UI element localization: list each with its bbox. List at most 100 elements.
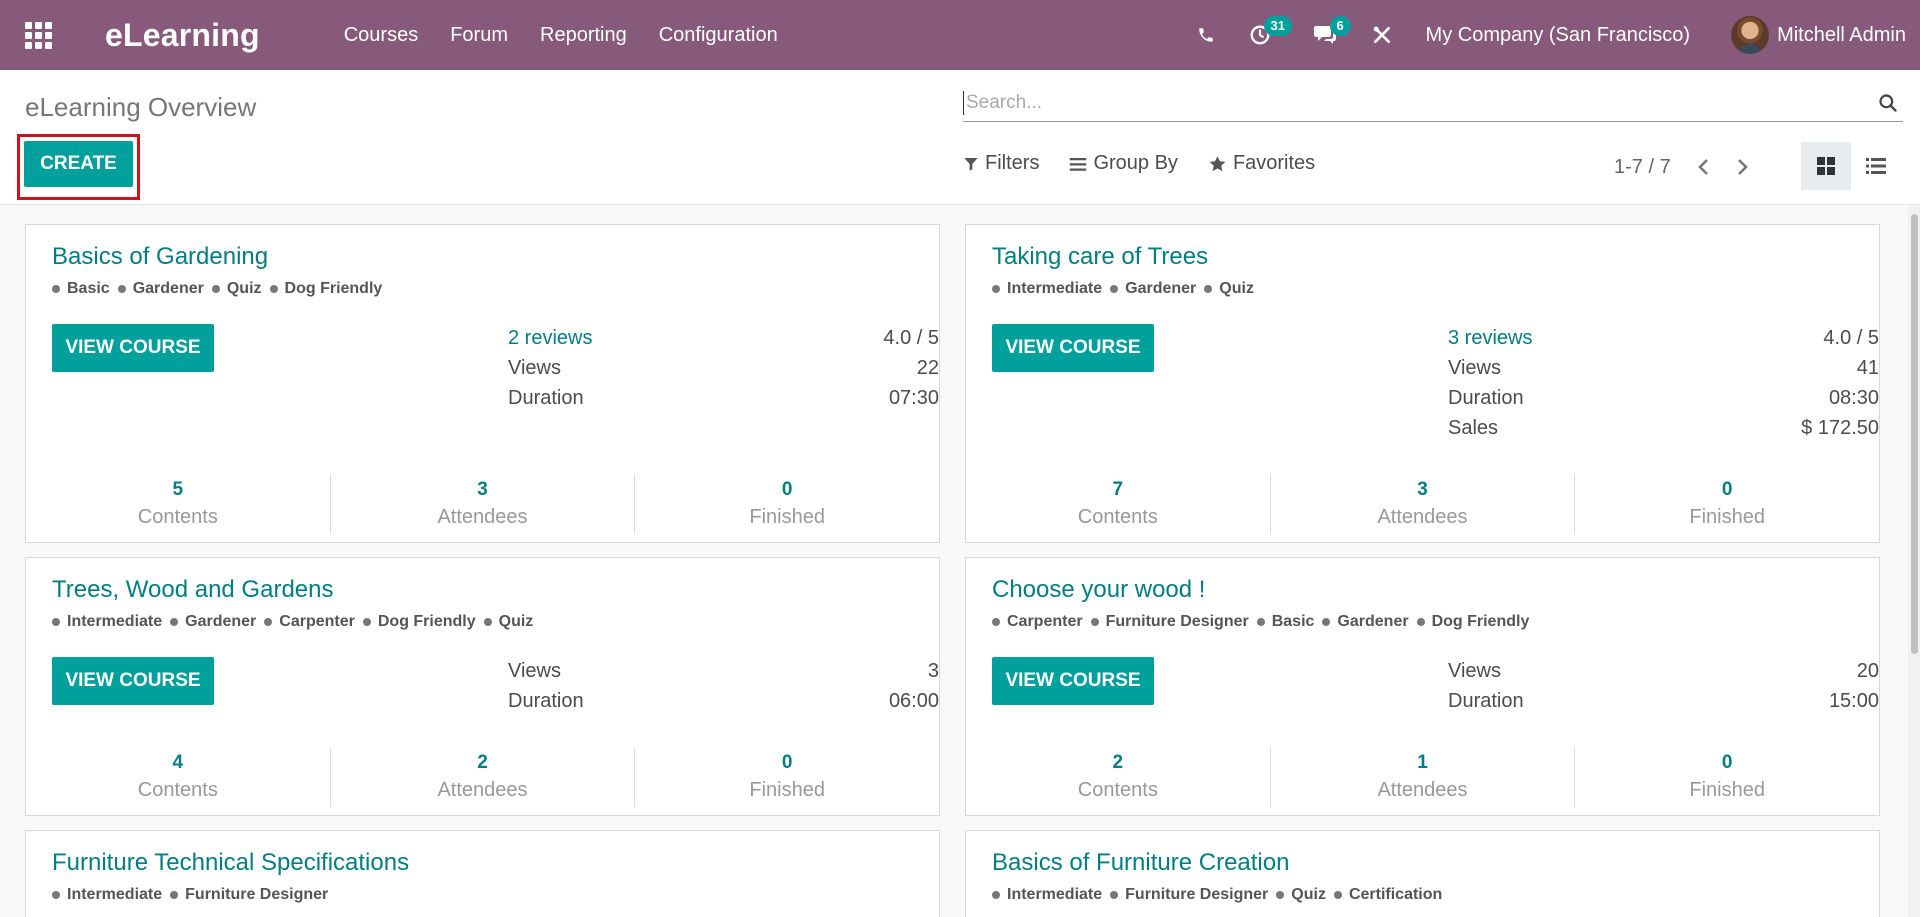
chevron-left-icon [1697, 159, 1708, 175]
filters-button[interactable]: Filters [963, 152, 1039, 175]
kanban-view-button[interactable] [1801, 142, 1851, 190]
menu-forum[interactable]: Forum [450, 24, 508, 47]
course-footer: 7 Contents 3 Attendees 0 Finished [966, 474, 1879, 534]
course-tags: Intermediate Furniture Designer [52, 886, 336, 904]
company-switcher[interactable]: My Company (San Francisco) [1426, 24, 1691, 47]
course-card[interactable]: Trees, Wood and Gardens Intermediate Gar… [25, 557, 940, 816]
star-icon [1209, 155, 1226, 171]
course-tag: Furniture Designer [1090, 613, 1249, 631]
attendees-stat[interactable]: 3 Attendees [1271, 474, 1576, 534]
activity-count-badge: 31 [1263, 16, 1292, 36]
stat-row-views: Views 22 [508, 357, 939, 379]
kanban-scrollbar[interactable] [1908, 206, 1920, 917]
group-by-label: Group By [1093, 152, 1178, 174]
stat-row-views: Views 41 [1448, 357, 1879, 379]
pager-value[interactable]: 1-7 / 7 [1614, 156, 1671, 179]
kanban-view-icon [1817, 157, 1835, 175]
stat-row-duration: Duration 07:30 [508, 387, 939, 409]
search-bar [963, 84, 1903, 122]
avatar [1731, 16, 1770, 54]
course-title[interactable]: Trees, Wood and Gardens [52, 576, 333, 604]
list-view-button[interactable] [1851, 142, 1901, 190]
search-input[interactable] [964, 91, 1873, 114]
top-navbar: eLearning Courses Forum Reporting Config… [0, 0, 1920, 70]
course-card[interactable]: Choose your wood ! Carpenter Furniture D… [965, 557, 1880, 816]
stat-row-sales: Sales $ 172.50 [1448, 417, 1879, 439]
stat-row-reviews: 2 reviews 4.0 / 5 [508, 326, 939, 356]
phone-button[interactable] [1188, 0, 1224, 70]
course-tag: Carpenter [264, 613, 355, 631]
view-course-button[interactable]: VIEW COURSE [52, 657, 214, 705]
view-course-button[interactable]: VIEW COURSE [52, 324, 214, 372]
messages-count-badge: 6 [1329, 16, 1351, 36]
view-switcher [1801, 142, 1901, 190]
course-card[interactable]: Taking care of Trees Intermediate Garden… [965, 224, 1880, 543]
apps-menu-button[interactable] [0, 0, 77, 70]
pager-next-button[interactable] [1723, 152, 1763, 182]
contents-stat[interactable]: 7 Contents [966, 474, 1271, 534]
course-tag: Quiz [483, 613, 533, 631]
course-tag: Quiz [1204, 280, 1254, 298]
menu-reporting[interactable]: Reporting [540, 24, 627, 47]
reviews-link[interactable]: 3 reviews [1448, 326, 1532, 356]
menu-courses[interactable]: Courses [344, 24, 418, 47]
finished-stat[interactable]: 0 Finished [635, 474, 939, 534]
view-course-button[interactable]: VIEW COURSE [992, 657, 1154, 705]
create-button-highlight: CREATE [17, 134, 140, 200]
filter-icon [964, 157, 978, 171]
tools-button[interactable] [1364, 0, 1400, 70]
page-title: eLearning Overview [25, 92, 257, 122]
app-brand[interactable]: eLearning [105, 17, 260, 54]
course-title[interactable]: Furniture Technical Specifications [52, 849, 409, 877]
course-footer: 5 Contents 3 Attendees 0 Finished [26, 474, 939, 534]
course-stats: Views 3 Duration 06:00 [508, 659, 939, 719]
course-tag: Gardener [1322, 613, 1409, 631]
course-tag: Intermediate [992, 886, 1102, 904]
group-by-icon [1070, 157, 1087, 171]
course-footer: 2 Contents 1 Attendees 0 Finished [966, 747, 1879, 807]
stat-row-duration: Duration 15:00 [1448, 690, 1879, 712]
course-tag: Certification [1333, 886, 1442, 904]
finished-stat[interactable]: 0 Finished [635, 747, 939, 807]
stat-row-duration: Duration 08:30 [1448, 387, 1879, 409]
course-tag: Carpenter [992, 613, 1083, 631]
course-card[interactable]: Basics of Gardening Basic Gardener Quiz … [25, 224, 940, 543]
course-tag: Basic [1256, 613, 1314, 631]
phone-icon [1198, 28, 1213, 42]
finished-stat[interactable]: 0 Finished [1575, 474, 1879, 534]
user-menu[interactable]: Mitchell Admin [1731, 16, 1906, 54]
course-tag: Dog Friendly [1416, 613, 1529, 631]
list-view-icon [1866, 158, 1886, 174]
menu-configuration[interactable]: Configuration [659, 24, 778, 47]
search-icon[interactable] [1873, 88, 1903, 118]
scrollbar-thumb[interactable] [1911, 214, 1918, 654]
course-tag: Quiz [211, 280, 262, 298]
create-button[interactable]: CREATE [24, 141, 133, 187]
course-title[interactable]: Taking care of Trees [992, 243, 1208, 271]
chevron-right-icon [1737, 159, 1748, 175]
course-tags: Intermediate Gardener Quiz [992, 280, 1262, 298]
attendees-stat[interactable]: 3 Attendees [331, 474, 636, 534]
activity-button[interactable]: 31 [1234, 0, 1300, 70]
contents-stat[interactable]: 4 Contents [26, 747, 331, 807]
course-title[interactable]: Basics of Gardening [52, 243, 268, 271]
pager-previous-button[interactable] [1683, 152, 1723, 182]
course-tag: Dog Friendly [362, 613, 476, 631]
course-title[interactable]: Basics of Furniture Creation [992, 849, 1289, 877]
reviews-link[interactable]: 2 reviews [508, 326, 592, 356]
view-course-button[interactable]: VIEW COURSE [992, 324, 1154, 372]
course-tag: Intermediate [52, 886, 162, 904]
course-tags: Intermediate Furniture Designer Quiz Cer… [992, 886, 1450, 904]
attendees-stat[interactable]: 2 Attendees [331, 747, 636, 807]
messages-button[interactable]: 6 [1304, 0, 1360, 70]
contents-stat[interactable]: 5 Contents [26, 474, 331, 534]
group-by-button[interactable]: Group By [1069, 152, 1178, 175]
attendees-stat[interactable]: 1 Attendees [1271, 747, 1576, 807]
favorites-button[interactable]: Favorites [1208, 152, 1315, 175]
search-options: Filters Group By Favorites [963, 152, 1345, 175]
course-card[interactable]: Basics of Furniture Creation Intermediat… [965, 830, 1880, 917]
finished-stat[interactable]: 0 Finished [1575, 747, 1879, 807]
course-card[interactable]: Furniture Technical Specifications Inter… [25, 830, 940, 917]
course-title[interactable]: Choose your wood ! [992, 576, 1205, 604]
contents-stat[interactable]: 2 Contents [966, 747, 1271, 807]
